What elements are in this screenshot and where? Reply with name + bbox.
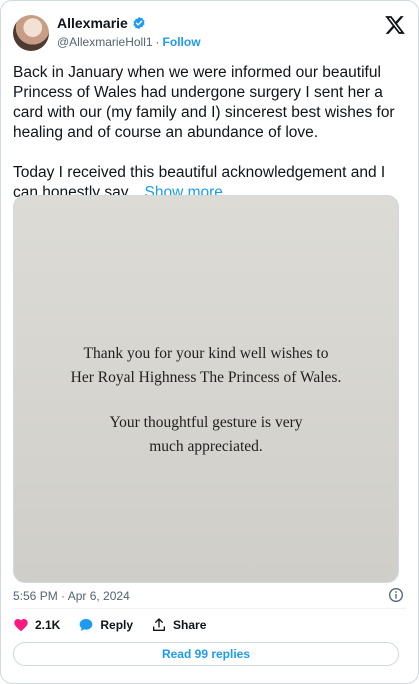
author-handle-row: @AllexmarieHoll1 · Follow — [57, 35, 201, 49]
tweet-body: Back in January when we were informed ou… — [13, 64, 395, 201]
card-text-line: Your thoughtful gesture is very — [109, 414, 303, 431]
like-count: 2.1K — [35, 618, 61, 632]
divider — [13, 608, 406, 609]
x-logo-icon[interactable] — [384, 14, 406, 36]
share-icon — [153, 618, 166, 631]
like-button[interactable]: 2.1K — [13, 617, 60, 633]
share-label: Share — [173, 618, 207, 632]
share-button[interactable]: Share — [151, 617, 206, 633]
reply-button[interactable]: Reply — [78, 617, 133, 633]
tweet-text: Back in January when we were informed ou… — [13, 63, 407, 203]
action-bar: 2.1K Reply Share — [13, 617, 206, 633]
info-icon[interactable] — [388, 587, 404, 603]
card-text-line: much appreciated. — [149, 438, 263, 455]
tweet-card: Allexmarie @AllexmarieHoll1 · Follow Bac… — [0, 0, 419, 684]
card-text-line: Thank you for your kind well wishes to — [83, 345, 329, 362]
tweet-image[interactable]: Thank you for your kind well wishes to H… — [13, 195, 399, 583]
heart-icon — [14, 619, 28, 632]
read-replies-button[interactable]: Read 99 replies — [13, 642, 399, 666]
reply-bubble-icon — [80, 619, 93, 631]
author-display-name[interactable]: Allexmarie — [57, 15, 128, 31]
reply-label: Reply — [100, 618, 134, 632]
verified-badge-icon — [132, 16, 146, 30]
card-text-line: Her Royal Highness The Princess of Wales… — [70, 369, 342, 386]
separator-dot: · — [155, 35, 160, 49]
author-name-row: Allexmarie — [57, 15, 146, 31]
follow-button[interactable]: Follow — [163, 35, 201, 49]
avatar[interactable] — [13, 15, 49, 51]
tweet-timestamp[interactable]: 5:56 PM · Apr 6, 2024 — [13, 589, 130, 603]
author-handle[interactable]: @AllexmarieHoll1 — [57, 35, 153, 49]
